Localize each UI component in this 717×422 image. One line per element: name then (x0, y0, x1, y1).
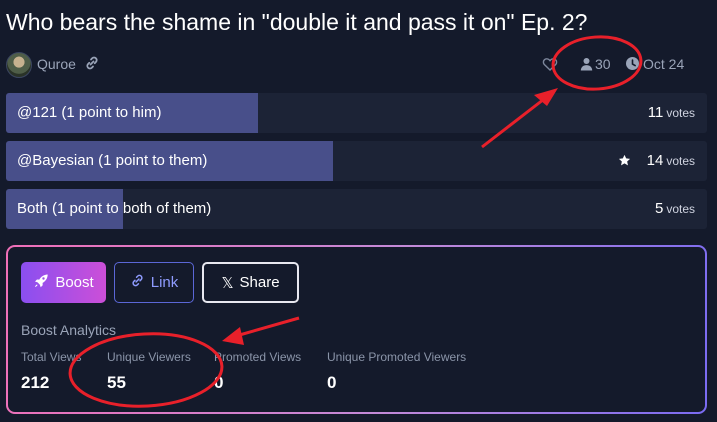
stat-label-total-views: Total Views (21, 350, 82, 364)
poll-title: Who bears the shame in "double it and pa… (6, 9, 588, 35)
author-name[interactable]: Quroe (37, 56, 76, 72)
option-label: Both (1 point to both of them) (17, 200, 212, 217)
stat-value-total-views: 212 (21, 373, 50, 392)
link-button-label: Link (150, 274, 179, 291)
boost-panel: Boost Link 𝕏 Share Boost Analytics Total… (6, 245, 707, 414)
clock-icon (625, 56, 640, 76)
participant-count: 30 (595, 56, 611, 72)
avatar[interactable] (6, 52, 32, 78)
option-votes: 5 votes (654, 200, 695, 217)
stat-value-unique-viewers: 55 (107, 373, 126, 392)
option-votes: 14 votes (646, 152, 695, 169)
boost-panel-inner: Boost Link 𝕏 Share Boost Analytics Total… (8, 247, 705, 412)
stat-label-unique-promoted-viewers: Unique Promoted Viewers (327, 350, 467, 364)
share-button[interactable]: 𝕏 Share (202, 262, 299, 303)
share-button-label: Share (239, 274, 280, 291)
star-icon (618, 154, 631, 172)
poll-option-121[interactable]: @121 (1 point to him) 11 votes (6, 93, 707, 133)
poll-date: Oct 24 (643, 56, 685, 72)
link-icon[interactable] (84, 55, 100, 76)
stat-value-unique-promoted-viewers: 0 (327, 373, 337, 392)
poll-option-both[interactable]: Both (1 point to both of them) 5 votes (6, 189, 707, 229)
poll-meta: Quroe 30 Oct 24 (6, 50, 711, 78)
stat-value-promoted-views: 0 (214, 373, 224, 392)
link-icon (130, 273, 151, 292)
boost-button[interactable]: Boost (21, 262, 106, 303)
x-logo-icon: 𝕏 (221, 274, 234, 292)
option-label: @121 (1 point to him) (17, 104, 162, 121)
rocket-icon (33, 273, 55, 293)
boost-analytics-title: Boost Analytics (21, 322, 116, 338)
stat-label-promoted-views: Promoted Views (214, 350, 302, 364)
option-label: @Bayesian (1 point to them) (17, 152, 208, 169)
poll-option-bayesian[interactable]: @Bayesian (1 point to them) 14 votes (6, 141, 707, 181)
link-button[interactable]: Link (114, 262, 194, 303)
option-votes: 11 votes (647, 104, 695, 121)
boost-button-label: Boost (55, 274, 94, 291)
heart-icon[interactable] (542, 57, 558, 76)
user-icon (580, 57, 593, 76)
stat-label-unique-viewers: Unique Viewers (107, 350, 191, 364)
